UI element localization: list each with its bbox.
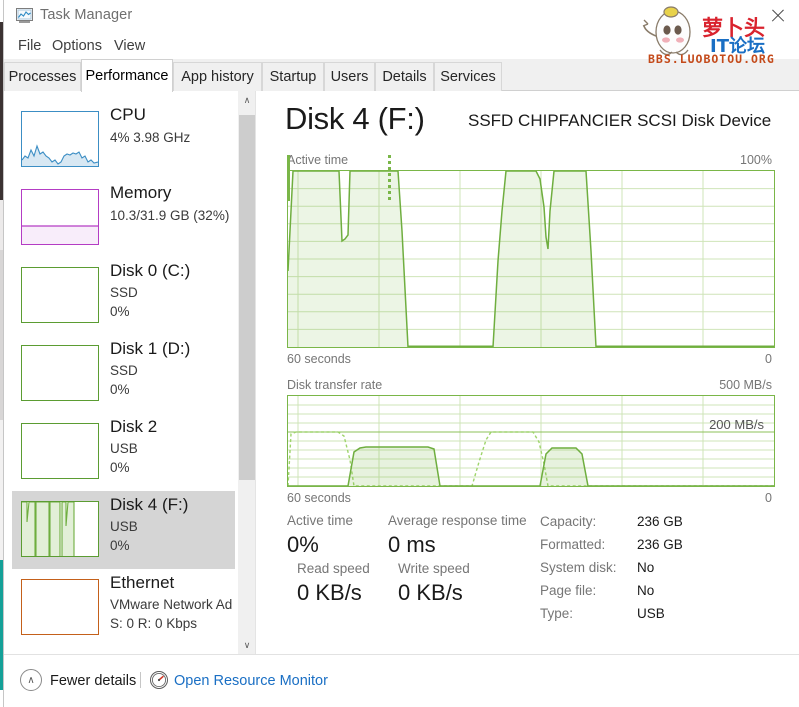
stat-active-time-label: Active time — [287, 513, 354, 528]
stat-avg-response-label: Average response time — [388, 513, 527, 528]
task-manager-icon — [16, 8, 33, 24]
sidebar-item-disk-4[interactable]: Disk 4 (F:) USB 0% — [12, 491, 235, 569]
info-capacity-value: 236 GB — [637, 514, 683, 529]
stat-avg-response-value: 0 ms — [388, 532, 436, 557]
title-bar: Task Manager — [4, 0, 799, 32]
menu-file[interactable]: File — [12, 36, 47, 56]
stat-read-speed-label: Read speed — [297, 561, 370, 576]
sidebar-item-label: Disk 2 — [110, 417, 158, 436]
info-page-file-value: No — [637, 583, 655, 598]
sidebar-item-detail: SSD — [110, 363, 138, 378]
sidebar-item-detail: SSD — [110, 285, 138, 300]
sidebar-item-label: Disk 0 (C:) — [110, 261, 191, 280]
sidebar-item-label: Ethernet — [110, 573, 175, 592]
cpu-sparkline-icon — [21, 111, 99, 167]
tab-strip: Processes Performance App history Startu… — [4, 59, 799, 92]
tab-startup[interactable]: Startup — [262, 62, 324, 91]
footer-bar: ∧ Fewer details Open Resource Monitor — [4, 654, 799, 707]
menu-bar: File Options View — [4, 32, 799, 59]
sidebar-item-disk-0[interactable]: Disk 0 (C:) SSD 0% — [12, 257, 235, 335]
sidebar-item-detail: 4% 3.98 GHz — [110, 130, 191, 145]
transfer-rate-graph-label: Disk transfer rate — [287, 378, 383, 392]
sidebar-item-disk-1[interactable]: Disk 1 (D:) SSD 0% — [12, 335, 235, 413]
write-speed-legend-icon — [388, 155, 391, 201]
disk-empty-icon — [21, 267, 99, 323]
info-capacity-label: Capacity: — [540, 514, 597, 529]
sidebar-item-usage: 0% — [110, 538, 130, 553]
window-title: Task Manager — [40, 7, 133, 23]
info-page-file-label: Page file: — [540, 583, 597, 598]
tab-performance[interactable]: Performance — [81, 59, 173, 92]
stat-read-speed-value: 0 KB/s — [297, 580, 362, 605]
device-model: SSFD CHIPFANCIER SCSI Disk Device — [468, 111, 772, 130]
transfer-rate-axis-left: 60 seconds — [287, 491, 351, 505]
sidebar-item-detail: VMware Network Ad — [110, 597, 233, 612]
tab-users[interactable]: Users — [324, 62, 375, 91]
tab-details[interactable]: Details — [375, 62, 434, 91]
active-time-chart — [287, 170, 775, 348]
menu-options[interactable]: Options — [46, 36, 108, 56]
disk-active-sparkline-icon — [21, 501, 99, 557]
tab-processes[interactable]: Processes — [4, 62, 81, 91]
sidebar-item-usage: S: 0 R: 0 Kbps — [110, 616, 198, 631]
task-manager-window: Task Manager File Options View Processes… — [0, 0, 799, 707]
fewer-details-button[interactable]: Fewer details — [50, 673, 136, 689]
sidebar-item-label: Disk 4 (F:) — [110, 495, 189, 514]
open-resource-monitor-link[interactable]: Open Resource Monitor — [174, 673, 328, 689]
sidebar-item-detail: USB — [110, 441, 138, 456]
memory-fill-icon — [21, 189, 99, 245]
sidebar-item-label: Disk 1 (D:) — [110, 339, 191, 358]
footer-divider — [140, 672, 141, 688]
transfer-rate-axis-right: 0 — [765, 491, 772, 505]
active-time-graph-max: 100% — [740, 153, 772, 167]
active-time-axis-right: 0 — [765, 352, 772, 366]
sidebar-item-ethernet[interactable]: Ethernet VMware Network Ad S: 0 R: 0 Kbp… — [12, 569, 235, 647]
sidebar-item-cpu[interactable]: CPU 4% 3.98 GHz — [12, 101, 235, 179]
sidebar-item-usage: 0% — [110, 382, 130, 397]
info-system-disk-label: System disk: — [540, 560, 617, 575]
menu-view[interactable]: View — [108, 36, 151, 56]
disk-empty-icon — [21, 423, 99, 479]
resource-monitor-icon[interactable] — [150, 671, 168, 689]
sidebar-item-memory[interactable]: Memory 10.3/31.9 GB (32%) — [12, 179, 235, 257]
info-system-disk-value: No — [637, 560, 655, 575]
transfer-rate-chart — [287, 395, 775, 487]
window-frame: Task Manager File Options View Processes… — [3, 0, 799, 707]
active-time-graph-label: Active time — [287, 153, 349, 167]
info-type-label: Type: — [540, 606, 574, 621]
sidebar-scrollbar[interactable]: ∧ ∨ — [238, 91, 255, 654]
net-empty-icon — [21, 579, 99, 635]
info-formatted-label: Formatted: — [540, 537, 606, 552]
close-icon[interactable] — [770, 8, 786, 24]
scroll-down-arrow-icon[interactable]: ∨ — [238, 636, 255, 654]
content-area: CPU 4% 3.98 GHz Memory 10.3/31.9 GB (32%… — [4, 91, 799, 654]
performance-detail-panel: Disk 4 (F:) SSFD CHIPFANCIER SCSI Disk D… — [257, 91, 799, 654]
page-title: Disk 4 (F:) — [285, 101, 425, 136]
stat-write-speed-label: Write speed — [398, 561, 470, 576]
chevron-up-icon[interactable]: ∧ — [20, 669, 42, 691]
disk-empty-icon — [21, 345, 99, 401]
sidebar-item-label: CPU — [110, 105, 146, 124]
scroll-up-arrow-icon[interactable]: ∧ — [238, 91, 255, 109]
tab-services[interactable]: Services — [434, 62, 502, 91]
info-type-value: USB — [637, 606, 665, 621]
stat-write-speed-value: 0 KB/s — [398, 580, 463, 605]
scrollbar-thumb[interactable] — [239, 115, 255, 480]
sidebar-item-detail: 10.3/31.9 GB (32%) — [110, 208, 230, 223]
resource-sidebar: CPU 4% 3.98 GHz Memory 10.3/31.9 GB (32%… — [4, 91, 256, 654]
sidebar-item-detail: USB — [110, 519, 138, 534]
tab-app-history[interactable]: App history — [173, 62, 262, 91]
read-speed-legend-icon — [287, 155, 290, 201]
stat-active-time-value: 0% — [287, 532, 319, 557]
transfer-rate-graph-max: 500 MB/s — [719, 378, 772, 392]
sidebar-item-label: Memory — [110, 183, 172, 202]
transfer-rate-midline-label: 200 MB/s — [709, 417, 764, 432]
info-formatted-value: 236 GB — [637, 537, 683, 552]
sidebar-item-disk-2[interactable]: Disk 2 USB 0% — [12, 413, 235, 491]
sidebar-item-usage: 0% — [110, 460, 130, 475]
sidebar-item-usage: 0% — [110, 304, 130, 319]
active-time-axis-left: 60 seconds — [287, 352, 351, 366]
